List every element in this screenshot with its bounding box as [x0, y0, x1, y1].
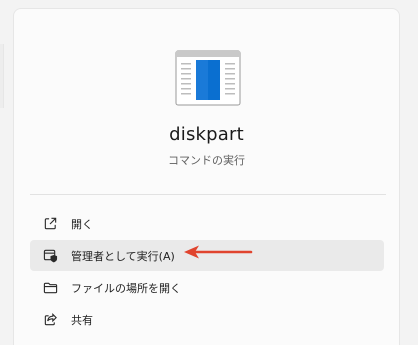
action-label: 開く [71, 217, 93, 231]
annotation-arrow-icon [184, 245, 253, 259]
app-type: コマンドの実行 [168, 154, 245, 167]
console-window-icon [175, 50, 241, 106]
app-details-panel: diskpart コマンドの実行 開く 管理者として実行(A) ファイルの場所を… [13, 8, 400, 345]
folder-icon [42, 280, 58, 296]
app-name: diskpart [169, 124, 244, 145]
action-label: 管理者として実行(A) [71, 249, 175, 263]
action-share[interactable]: 共有 [30, 304, 384, 335]
action-open[interactable]: 開く [30, 208, 384, 239]
left-edge-strip [0, 44, 4, 108]
action-label: 共有 [71, 313, 93, 327]
shield-run-icon [42, 248, 58, 264]
share-icon [42, 312, 58, 328]
start-menu-flyout: diskpart コマンドの実行 開く 管理者として実行(A) ファイルの場所を… [0, 0, 418, 345]
divider [30, 194, 386, 195]
action-label: ファイルの場所を開く [71, 281, 181, 295]
action-open-file-location[interactable]: ファイルの場所を開く [30, 272, 384, 303]
open-external-icon [42, 216, 58, 232]
